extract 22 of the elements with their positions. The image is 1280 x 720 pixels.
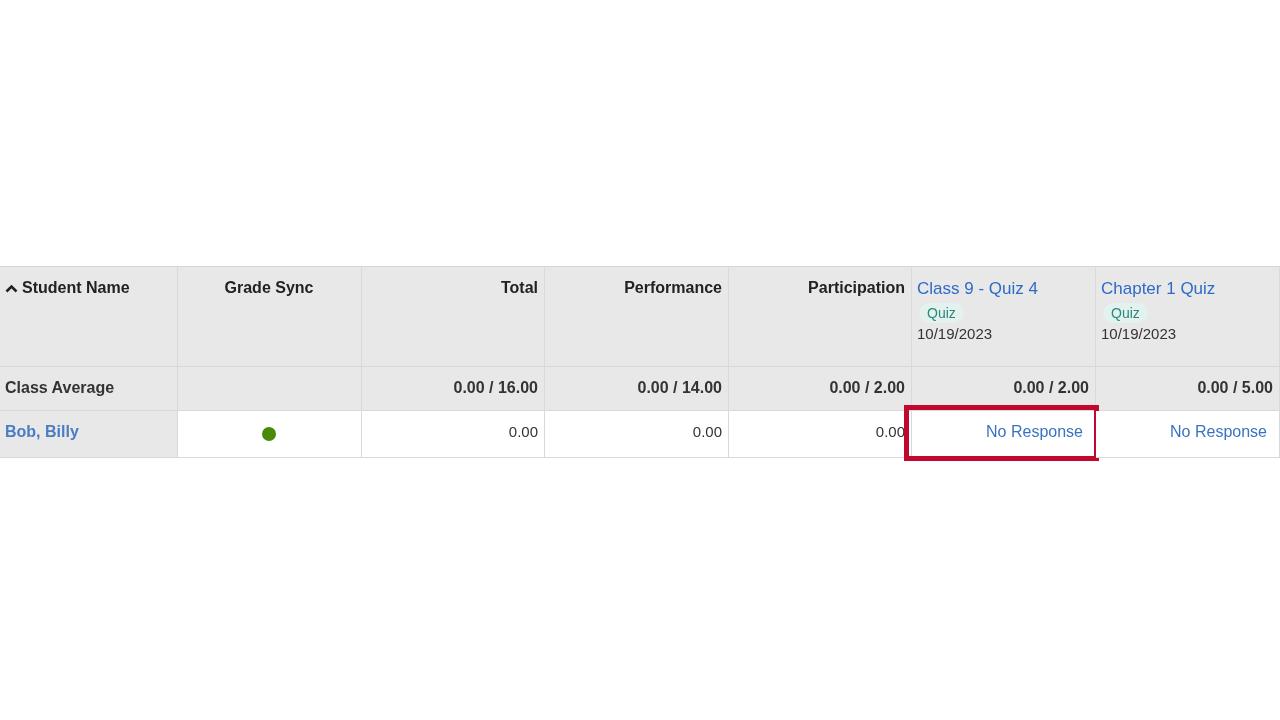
student-name-link[interactable]: Bob, Billy <box>5 423 79 441</box>
average-value: 0.00 / 2.00 <box>829 379 905 397</box>
average-value: 0.00 / 16.00 <box>453 379 538 397</box>
score-value: 0.00 <box>692 423 722 440</box>
average-value: 0.00 / 2.00 <box>1013 379 1089 397</box>
quiz-tag: Quiz <box>1103 303 1148 323</box>
due-date: 10/19/2023 <box>917 325 993 342</box>
average-value: 0.00 / 14.00 <box>637 379 722 397</box>
due-date: 10/19/2023 <box>1101 325 1177 342</box>
no-response-link[interactable]: No Response <box>1170 423 1273 441</box>
score-value: 0.00 <box>508 423 538 440</box>
column-heading: Grade Sync <box>224 279 314 297</box>
row-label: Class Average <box>5 379 115 397</box>
column-heading-link[interactable]: Chapter 1 Quiz <box>1101 279 1216 299</box>
column-heading: Participation <box>808 279 905 297</box>
column-heading: Performance <box>624 279 722 297</box>
average-value: 0.00 / 5.00 <box>1197 379 1273 397</box>
column-heading: Total <box>500 279 538 297</box>
column-heading-link[interactable]: Class 9 - Quiz 4 <box>917 279 1038 299</box>
quiz-tag: Quiz <box>919 303 964 323</box>
score-value: 0.00 <box>875 423 905 440</box>
no-response-link[interactable]: No Response <box>986 423 1089 441</box>
